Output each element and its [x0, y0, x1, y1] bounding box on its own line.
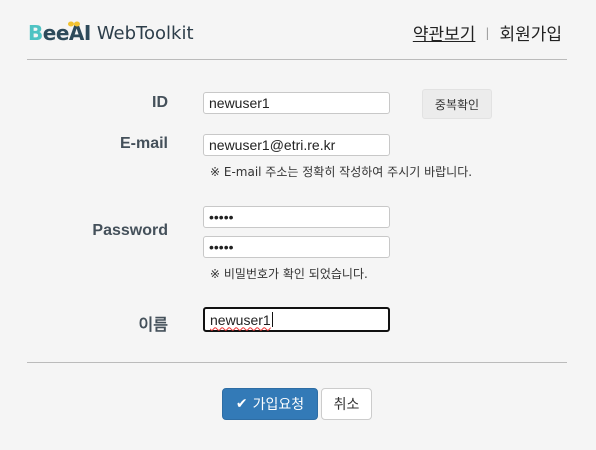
logo-mark: BeeAI	[28, 21, 91, 45]
email-label: E-mail	[119, 135, 168, 152]
email-help-text: ※ E-mail 주소는 정확히 작성하여 주시기 바랍니다.	[210, 165, 473, 179]
bottom-divider	[27, 362, 567, 363]
id-label: ID	[152, 94, 168, 111]
bee-icon	[67, 21, 80, 27]
submit-label: 가입요청	[252, 397, 305, 413]
nav-separator: |	[485, 25, 490, 40]
name-input-value: newuser1	[210, 311, 271, 328]
check-icon: ✔	[235, 396, 248, 412]
password-label: Password	[92, 222, 168, 239]
name-input[interactable]: newuser1	[203, 307, 390, 332]
password-help-text: ※ 비밀번호가 확인 되었습니다.	[210, 267, 368, 281]
password-confirm-input[interactable]	[203, 236, 390, 258]
submit-signup-button[interactable]: ✔ 가입요청	[222, 388, 318, 420]
id-input[interactable]	[203, 92, 390, 114]
top-divider	[27, 59, 567, 60]
cancel-button[interactable]: 취소	[321, 388, 372, 420]
email-input[interactable]	[203, 134, 390, 156]
header: BeeAI WebToolkit 약관보기 | 회원가입	[0, 0, 596, 60]
text-caret	[271, 312, 273, 327]
name-label: 이름	[138, 317, 168, 334]
password-input[interactable]	[203, 206, 390, 228]
top-nav: 약관보기 | 회원가입	[413, 20, 562, 45]
terms-link[interactable]: 약관보기	[413, 20, 476, 45]
signup-link[interactable]: 회원가입	[499, 20, 562, 45]
logo[interactable]: BeeAI WebToolkit	[28, 20, 194, 46]
duplicate-check-button[interactable]: 중복확인	[422, 89, 492, 119]
logo-text: WebToolkit	[96, 22, 194, 44]
